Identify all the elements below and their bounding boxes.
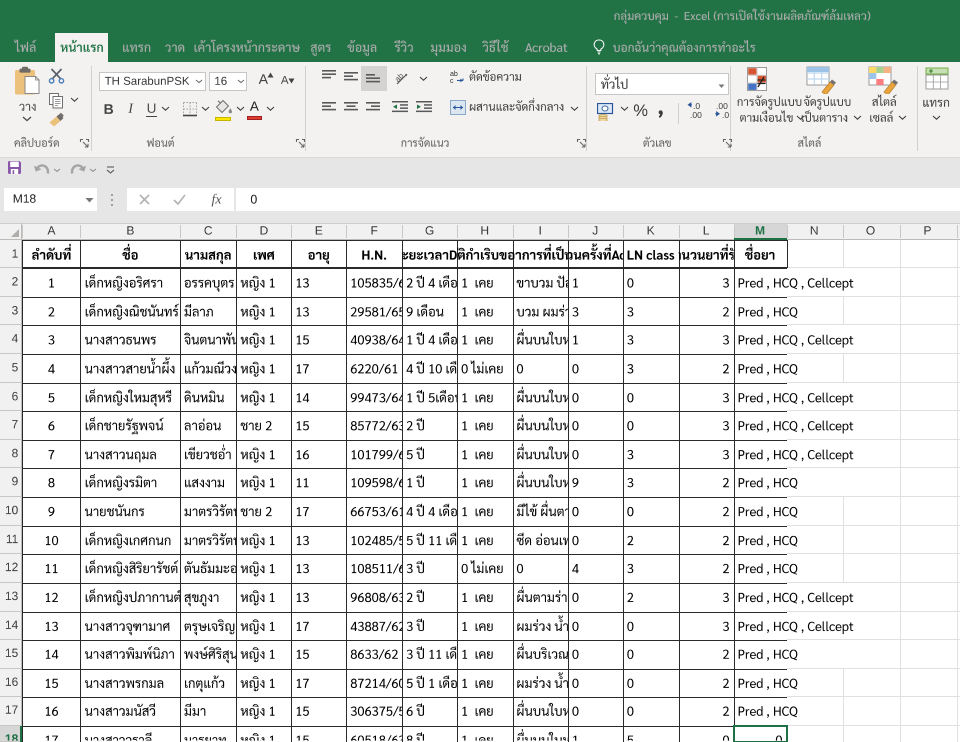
svg-text:c: c xyxy=(450,78,454,84)
svg-text:ab: ab xyxy=(395,71,406,84)
svg-text:.0: .0 xyxy=(722,110,729,119)
svg-text:.00: .00 xyxy=(690,110,702,119)
svg-text:ab: ab xyxy=(450,71,458,78)
